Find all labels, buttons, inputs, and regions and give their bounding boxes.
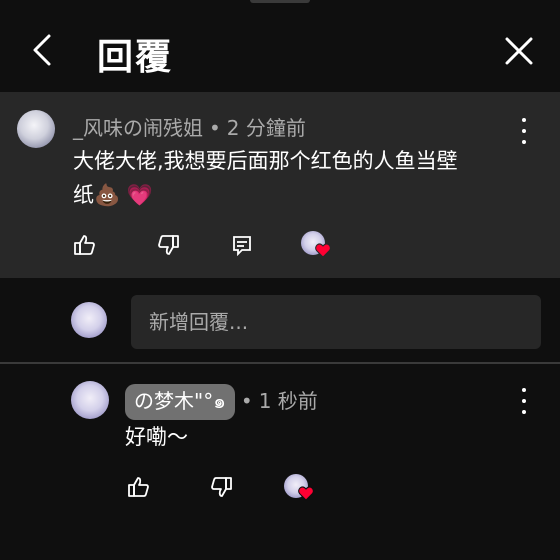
comment-text-line1: 大佬大佬,我想要后面那个红色的人鱼当壁: [73, 149, 458, 173]
creator-heart: [284, 474, 314, 504]
close-icon: [505, 37, 533, 65]
comment-time: 2 分鐘前: [226, 116, 306, 140]
like-button[interactable]: [124, 472, 154, 502]
header: 回覆: [0, 0, 560, 92]
more-options-button[interactable]: [514, 388, 534, 414]
more-options-button[interactable]: [514, 118, 534, 144]
creator-heart: [301, 231, 331, 261]
comment-meta: _风味の闹残姐 • 2 分鐘前: [73, 116, 306, 140]
comment-text-line2: 纸💩 💗: [73, 183, 153, 207]
like-button[interactable]: [70, 230, 100, 260]
thumbs-up-icon: [128, 477, 149, 497]
avatar[interactable]: [71, 381, 109, 419]
back-button[interactable]: [22, 30, 62, 70]
comment-author-chip[interactable]: の梦木"°๑: [125, 384, 235, 420]
heart-icon: [298, 486, 314, 501]
add-reply-row: [0, 278, 560, 362]
avatar[interactable]: [17, 110, 55, 148]
chevron-left-icon: [33, 34, 51, 66]
original-comment: _风味の闹残姐 • 2 分鐘前 大佬大佬,我想要后面那个红色的人鱼当壁 纸💩 💗: [0, 92, 560, 278]
thumbs-down-icon: [158, 235, 179, 255]
dislike-button[interactable]: [153, 230, 183, 260]
emoji-group: 💩 💗: [94, 183, 153, 207]
comment-meta: の梦木"°๑ • 1 秒前: [125, 384, 318, 420]
reply-input[interactable]: [131, 295, 541, 349]
comment-text: 大佬大佬,我想要后面那个红色的人鱼当壁 纸💩 💗: [73, 144, 458, 212]
comment-icon: [233, 236, 251, 256]
comment-author[interactable]: _风味の闹残姐: [73, 116, 203, 140]
thumbs-down-icon: [211, 477, 232, 497]
reply-button[interactable]: [227, 230, 257, 260]
current-user-avatar: [71, 302, 107, 338]
reply-comment: の梦木"°๑ • 1 秒前 好嘞～: [0, 364, 560, 560]
heart-icon: [315, 243, 331, 258]
comment-time: 1 秒前: [258, 389, 318, 413]
comment-text: 好嘞～: [125, 425, 188, 449]
thumbs-up-icon: [74, 235, 95, 255]
close-button[interactable]: [498, 30, 540, 72]
page-title: 回覆: [97, 37, 174, 78]
dislike-button[interactable]: [206, 472, 236, 502]
